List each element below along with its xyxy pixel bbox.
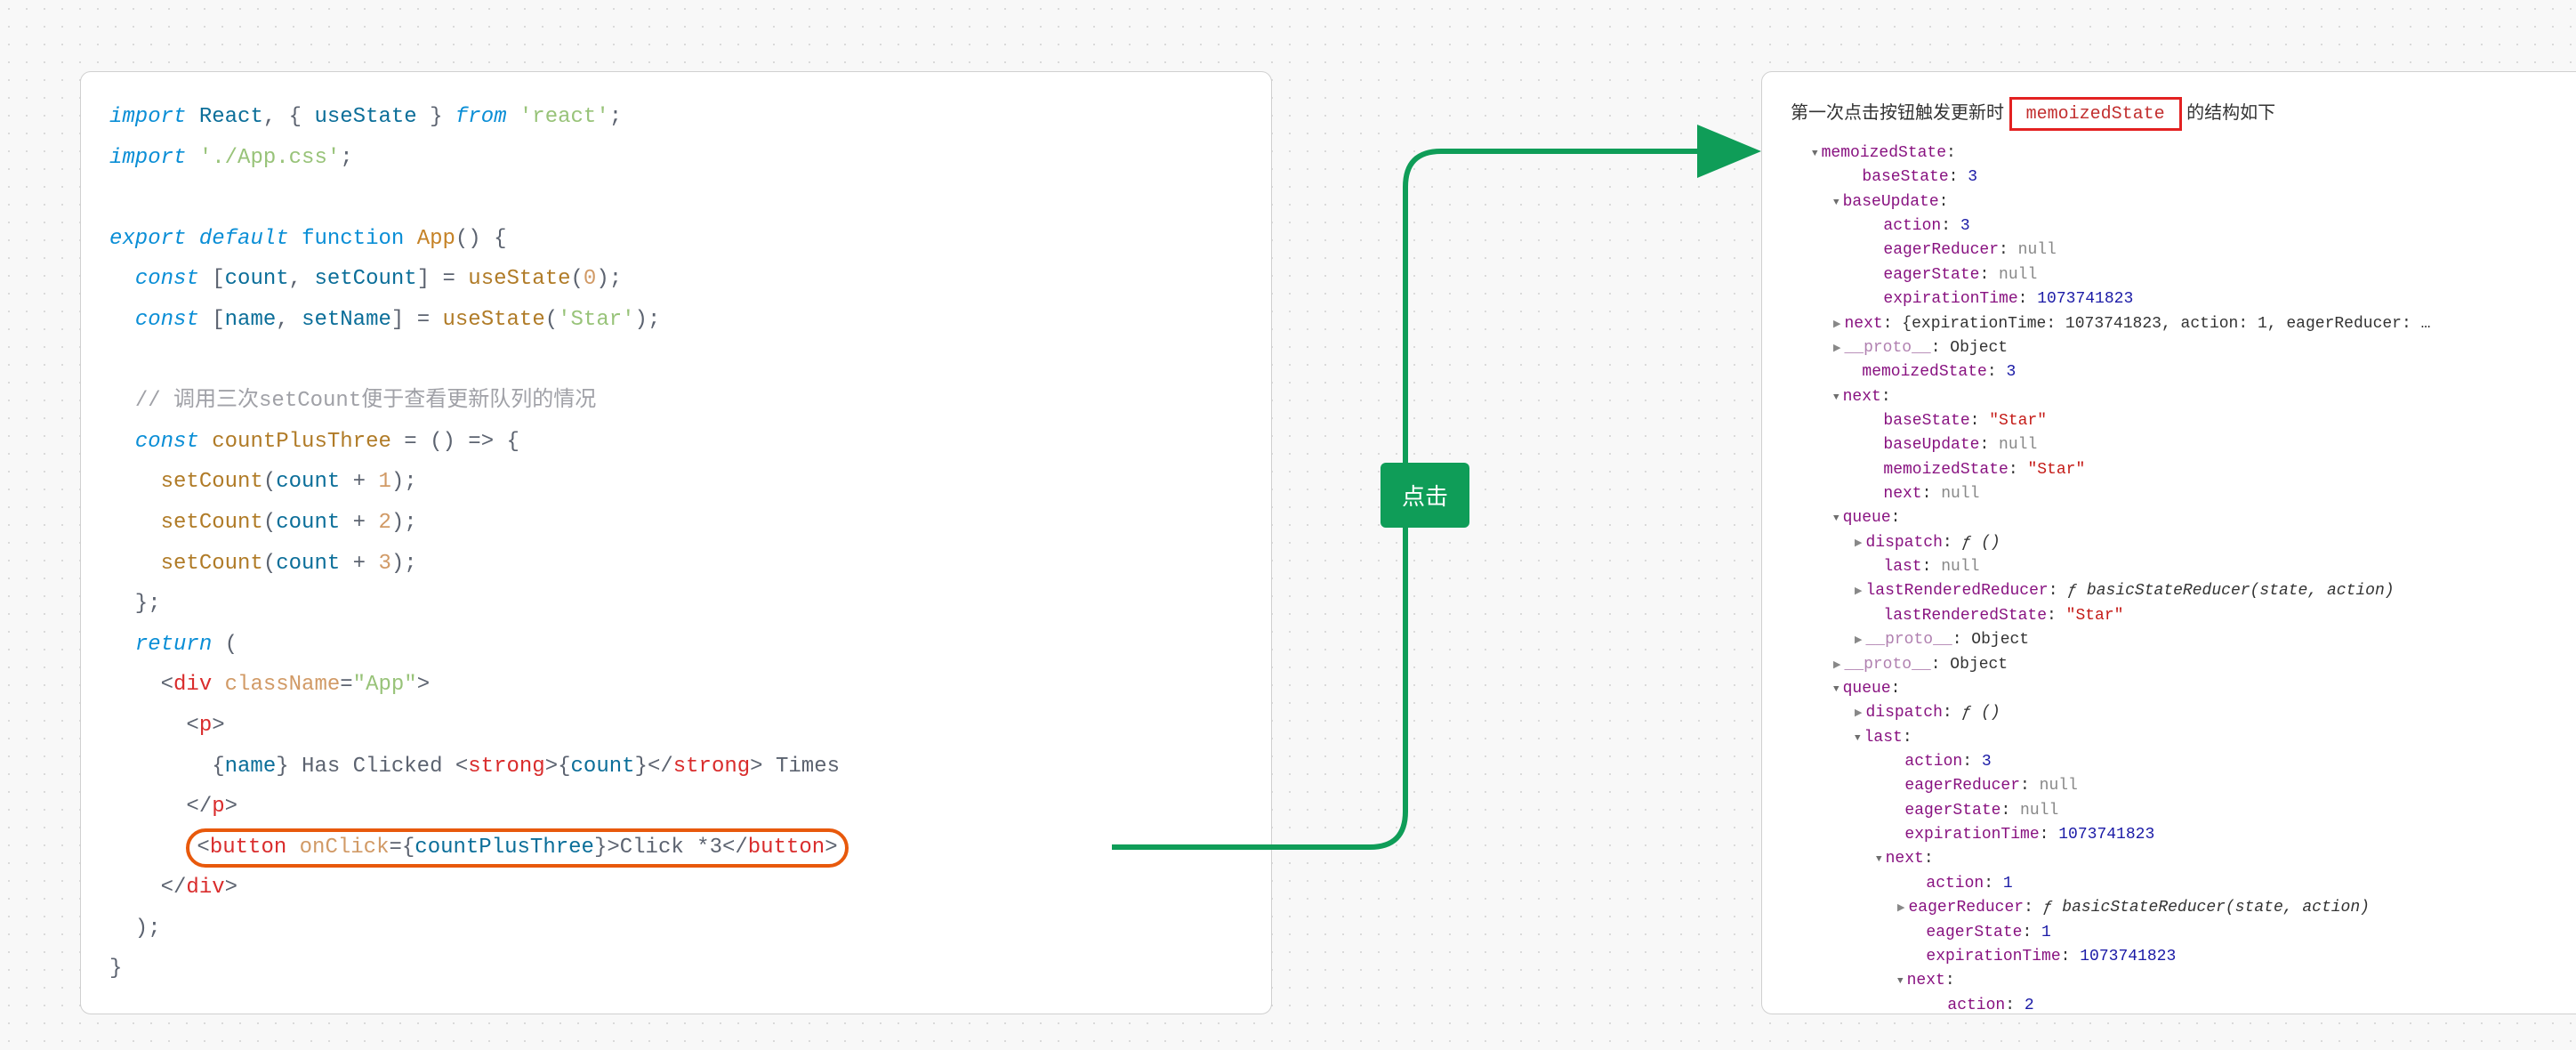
- memoized-state-highlight: memoizedState: [2009, 97, 2182, 131]
- tree-row[interactable]: eagerState: 1: [1791, 921, 2576, 945]
- tree-row[interactable]: baseUpdate:: [1791, 190, 2576, 214]
- tree-row[interactable]: __proto__: Object: [1791, 336, 2576, 360]
- tree-row[interactable]: last:: [1791, 726, 2576, 750]
- tree-row[interactable]: dispatch: ƒ (): [1791, 531, 2576, 555]
- tree-row[interactable]: action: 3: [1791, 750, 2576, 774]
- tree-row[interactable]: eagerState: null: [1791, 799, 2576, 823]
- tree-row[interactable]: next:: [1791, 969, 2576, 993]
- tree-row[interactable]: action: 1: [1791, 872, 2576, 896]
- tree-row[interactable]: action: 2: [1791, 994, 2576, 1018]
- tree-row[interactable]: memoizedState: 3: [1791, 360, 2576, 384]
- tree-row[interactable]: next: null: [1791, 482, 2576, 506]
- object-tree: memoizedState: baseState: 3baseUpdate: a…: [1791, 141, 2576, 1018]
- tree-row[interactable]: memoizedState: "Star": [1791, 458, 2576, 482]
- tree-row[interactable]: __proto__: Object: [1791, 628, 2576, 652]
- tree-row[interactable]: memoizedState:: [1791, 141, 2576, 166]
- tree-row[interactable]: next: {expirationTime: 1073741823, actio…: [1791, 312, 2576, 336]
- tree-row[interactable]: __proto__: Object: [1791, 653, 2576, 677]
- code-block: import React, { useState } from 'react';…: [109, 97, 1243, 989]
- tree-row[interactable]: baseUpdate: null: [1791, 433, 2576, 457]
- tree-row[interactable]: last: null: [1791, 555, 2576, 579]
- tree-row[interactable]: baseState: 3: [1791, 166, 2576, 190]
- tree-row[interactable]: lastRenderedState: "Star": [1791, 604, 2576, 628]
- tree-row[interactable]: expirationTime: 1073741823: [1791, 945, 2576, 969]
- tree-row[interactable]: next:: [1791, 847, 2576, 871]
- header-prefix: 第一次点击按钮触发更新时: [1791, 103, 2004, 123]
- tree-row[interactable]: eagerReducer: ƒ basicStateReducer(state,…: [1791, 896, 2576, 920]
- state-header: 第一次点击按钮触发更新时 memoizedState 的结构如下: [1791, 97, 2576, 131]
- tree-row[interactable]: action: 3: [1791, 214, 2576, 238]
- tree-row[interactable]: eagerState: null: [1791, 263, 2576, 287]
- tree-row[interactable]: eagerReducer: null: [1791, 774, 2576, 798]
- state-panel: 第一次点击按钮触发更新时 memoizedState 的结构如下 memoize…: [1761, 71, 2576, 1014]
- code-panel: import React, { useState } from 'react';…: [80, 71, 1272, 1014]
- tree-row[interactable]: queue:: [1791, 677, 2576, 701]
- tree-row[interactable]: baseState: "Star": [1791, 409, 2576, 433]
- header-suffix: 的结构如下: [2186, 103, 2275, 123]
- tree-row[interactable]: lastRenderedReducer: ƒ basicStateReducer…: [1791, 579, 2576, 603]
- button-line-highlight: <button onClick={countPlusThree}>Click *…: [186, 828, 848, 868]
- click-badge: 点击: [1381, 463, 1469, 528]
- tree-row[interactable]: eagerReducer: null: [1791, 238, 2576, 262]
- tree-row[interactable]: next:: [1791, 385, 2576, 409]
- tree-row[interactable]: dispatch: ƒ (): [1791, 701, 2576, 725]
- tree-row[interactable]: expirationTime: 1073741823: [1791, 823, 2576, 847]
- tree-row[interactable]: expirationTime: 1073741823: [1791, 287, 2576, 311]
- tree-row[interactable]: queue:: [1791, 506, 2576, 530]
